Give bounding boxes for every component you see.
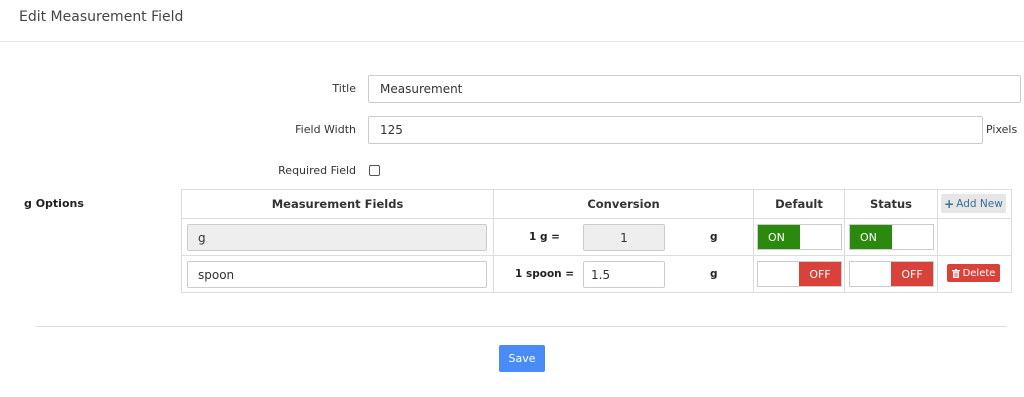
col-default: Default	[753, 189, 845, 219]
table-row: spoon 1 spoon = 1.5 g OFF OFF	[181, 255, 1012, 293]
field-width-label: Field Width	[295, 123, 356, 136]
field-width-input[interactable]: 125	[368, 116, 983, 144]
col-measurement-fields: Measurement Fields	[181, 189, 494, 219]
page-header: Edit Measurement Field	[0, 0, 1024, 42]
measurement-field-value: g	[198, 230, 206, 245]
status-toggle[interactable]: ON	[849, 224, 934, 250]
col-conversion: Conversion	[493, 189, 754, 219]
add-new-label: Add New	[956, 197, 1003, 210]
toggle-on: ON	[850, 225, 892, 249]
status-cell: OFF	[844, 255, 938, 293]
measurement-field-value: spoon	[198, 267, 235, 282]
delete-label: Delete	[962, 267, 996, 279]
title-input[interactable]: Measurement	[368, 75, 1021, 103]
table-header-row: Measurement Fields Conversion Default St…	[181, 189, 1012, 219]
conversion-value: 1.5	[591, 267, 611, 282]
save-button[interactable]: Save	[499, 345, 545, 372]
conversion-unit: g	[710, 231, 718, 243]
footer-divider	[36, 326, 1007, 327]
toggle-off: OFF	[799, 262, 841, 286]
measurement-field-cell: spoon	[181, 255, 494, 293]
conversion-cell: 1 g = 1 g	[493, 218, 754, 256]
measurement-field-input[interactable]: spoon	[187, 261, 487, 288]
conversion-cell: 1 spoon = 1.5 g	[493, 255, 754, 293]
conversion-value: 1	[620, 230, 628, 245]
required-field-label: Required Field	[278, 164, 356, 177]
plus-icon: +	[944, 196, 955, 211]
options-section-label: g Options	[24, 197, 84, 210]
actions-cell	[937, 218, 1012, 256]
status-toggle[interactable]: OFF	[849, 261, 934, 287]
conversion-unit: g	[710, 268, 718, 280]
col-status: Status	[844, 189, 938, 219]
trash-icon	[951, 268, 960, 278]
field-width-unit: Pixels	[986, 123, 1018, 136]
conversion-label: 1 g =	[529, 231, 560, 243]
default-toggle[interactable]: ON	[757, 224, 842, 250]
conversion-input[interactable]: 1	[583, 224, 665, 251]
default-cell: OFF	[753, 255, 845, 293]
status-cell: ON	[844, 218, 938, 256]
measurement-field-input[interactable]: g	[187, 224, 487, 251]
page-title: Edit Measurement Field	[19, 9, 184, 25]
add-new-button[interactable]: + Add New	[941, 194, 1006, 213]
options-table: Measurement Fields Conversion Default St…	[181, 189, 1012, 293]
field-width-value: 125	[380, 123, 403, 137]
delete-button[interactable]: Delete	[947, 264, 1000, 282]
title-label: Title	[332, 82, 356, 95]
title-input-value: Measurement	[380, 82, 463, 96]
default-toggle[interactable]: OFF	[757, 261, 842, 287]
toggle-on: ON	[758, 225, 800, 249]
required-field-checkbox[interactable]	[369, 165, 380, 176]
table-row: g 1 g = 1 g ON ON	[181, 218, 1012, 256]
default-cell: ON	[753, 218, 845, 256]
measurement-field-cell: g	[181, 218, 494, 256]
conversion-input[interactable]: 1.5	[583, 261, 665, 288]
conversion-label: 1 spoon =	[515, 268, 575, 280]
toggle-off: OFF	[891, 262, 933, 286]
